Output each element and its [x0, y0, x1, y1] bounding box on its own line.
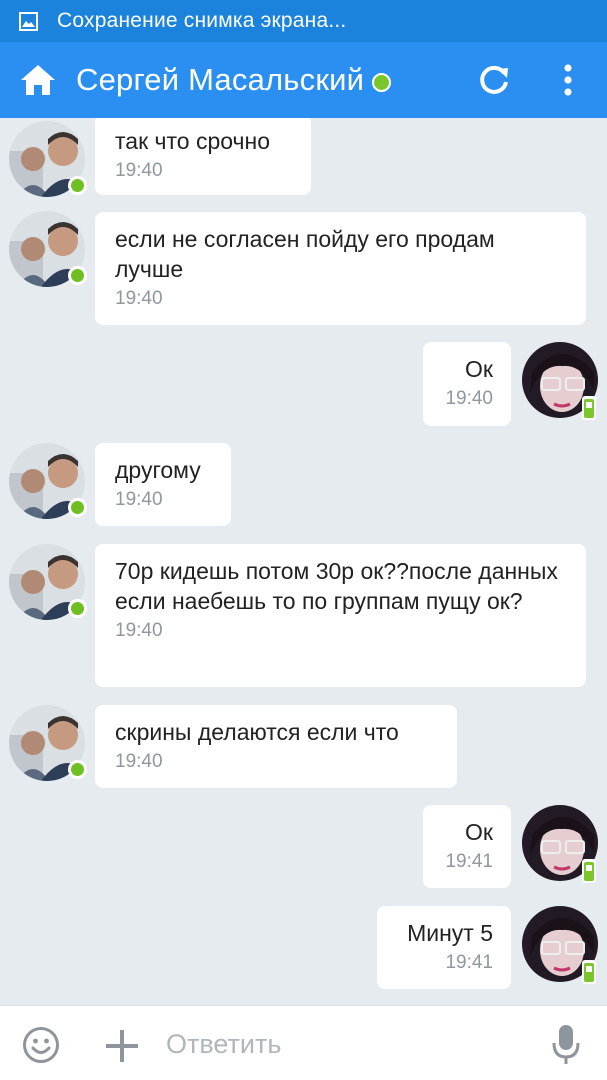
message-time: 19:40	[115, 489, 163, 510]
online-status-icon	[68, 760, 87, 779]
contact-avatar[interactable]	[9, 705, 87, 781]
emoji-icon[interactable]	[22, 1026, 60, 1064]
message-time: 19:40	[115, 620, 163, 641]
notification-text: Сохранение снимка экрана...	[57, 9, 347, 32]
contact-avatar[interactable]	[9, 211, 87, 287]
message-text: так что срочно	[115, 128, 271, 154]
contact-name[interactable]: Сергей Масальский	[76, 62, 364, 98]
message-time: 19:41	[445, 952, 493, 973]
more-vert-icon[interactable]	[552, 60, 584, 100]
message-text: 70р кидешь потом 30р ок??после данных ес…	[115, 558, 558, 614]
message-text: скрины делаются если что	[115, 719, 399, 745]
own-avatar[interactable]	[522, 805, 598, 883]
contact-avatar[interactable]	[9, 544, 87, 620]
status-bar: Сохранение снимка экрана...	[0, 0, 607, 42]
message-bubble[interactable]: другому 19:40	[95, 443, 231, 526]
contact-avatar[interactable]	[9, 121, 87, 197]
message-bubble[interactable]: скрины делаются если что 19:40	[95, 705, 457, 788]
message-time: 19:40	[115, 160, 163, 181]
reply-bar: Ответить	[0, 1005, 607, 1080]
message-text: если не согласен пойду его продам лучше	[115, 226, 495, 282]
message-bubble[interactable]: Ок 19:40	[423, 342, 511, 426]
mobile-status-icon	[582, 859, 596, 883]
reply-input[interactable]: Ответить	[166, 1029, 281, 1060]
message-list[interactable]: так что срочно 19:40 если не согласен по…	[0, 118, 607, 1005]
refresh-icon[interactable]	[474, 60, 514, 100]
message-time: 19:40	[445, 388, 493, 409]
online-status-icon	[68, 498, 87, 517]
screenshot-icon	[19, 11, 38, 31]
online-status-icon	[68, 176, 87, 195]
own-avatar[interactable]	[522, 906, 598, 984]
message-time: 19:41	[445, 851, 493, 872]
message-bubble[interactable]: Ок 19:41	[423, 805, 511, 888]
message-bubble[interactable]: Минут 5 19:41	[377, 906, 511, 989]
own-avatar[interactable]	[522, 342, 598, 420]
app-header: Сергей Масальский	[0, 42, 607, 118]
home-icon[interactable]	[18, 60, 58, 100]
message-text: Ок	[465, 356, 493, 382]
message-time: 19:40	[115, 288, 163, 309]
message-time: 19:40	[115, 751, 163, 772]
attach-plus-icon[interactable]	[104, 1028, 140, 1064]
message-bubble[interactable]: если не согласен пойду его продам лучше …	[95, 212, 586, 325]
mic-icon[interactable]	[551, 1024, 581, 1066]
message-bubble[interactable]: 70р кидешь потом 30р ок??после данных ес…	[95, 544, 586, 687]
online-status-icon	[68, 599, 87, 618]
message-bubble[interactable]: так что срочно 19:40	[95, 118, 311, 195]
mobile-status-icon	[582, 396, 596, 420]
contact-avatar[interactable]	[9, 443, 87, 519]
message-text: Ок	[465, 819, 493, 845]
online-status-icon	[372, 72, 392, 92]
message-text: Минут 5	[407, 920, 493, 946]
message-text: другому	[115, 457, 201, 483]
mobile-status-icon	[582, 960, 596, 984]
online-status-icon	[68, 266, 87, 285]
